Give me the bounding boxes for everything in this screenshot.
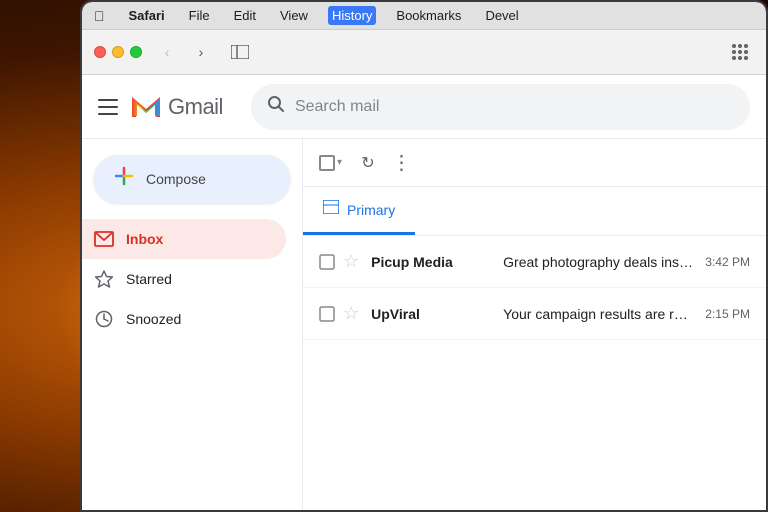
menu-view[interactable]: View bbox=[276, 6, 312, 25]
gmail-sidebar: Compose Inbox bbox=[82, 139, 302, 511]
inbox-label: Inbox bbox=[126, 231, 163, 247]
minimize-button[interactable] bbox=[112, 46, 124, 58]
menu-edit[interactable]: Edit bbox=[230, 6, 260, 25]
category-tabs: Primary bbox=[303, 187, 766, 236]
menu-file[interactable]: File bbox=[185, 6, 214, 25]
maximize-button[interactable] bbox=[130, 46, 142, 58]
menu-develop[interactable]: Devel bbox=[481, 6, 522, 25]
sidebar-item-inbox[interactable]: Inbox bbox=[82, 219, 286, 259]
hamburger-menu-button[interactable] bbox=[98, 97, 118, 117]
traffic-lights bbox=[94, 46, 142, 58]
grid-icon bbox=[732, 44, 748, 60]
back-button[interactable]: ‹ bbox=[154, 39, 180, 65]
email-row-left: ☆ bbox=[319, 251, 359, 272]
gmail-logo: Gmail bbox=[130, 91, 223, 123]
gmail-wordmark: Gmail bbox=[168, 94, 223, 120]
email-sender: Picup Media bbox=[371, 254, 491, 270]
more-options-button[interactable]: ⋮ bbox=[387, 148, 417, 178]
search-input[interactable]: Search mail bbox=[295, 98, 734, 116]
tab-primary-label: Primary bbox=[347, 202, 395, 218]
compose-icon bbox=[114, 166, 134, 186]
search-icon bbox=[267, 95, 285, 118]
email-time: 2:15 PM bbox=[705, 307, 750, 321]
select-all-checkbox[interactable]: ▾ bbox=[319, 148, 349, 178]
gmail-body: Compose Inbox bbox=[82, 139, 766, 511]
compose-button[interactable]: Compose bbox=[94, 155, 290, 203]
tab-grid-button[interactable] bbox=[726, 38, 754, 66]
inbox-icon bbox=[94, 229, 114, 249]
email-checkbox-icon[interactable] bbox=[319, 254, 335, 270]
compose-label: Compose bbox=[146, 171, 206, 187]
email-star-icon[interactable]: ☆ bbox=[343, 303, 359, 324]
email-row-left: ☆ bbox=[319, 303, 359, 324]
snoozed-label: Snoozed bbox=[126, 311, 181, 327]
menu-bookmarks[interactable]: Bookmarks bbox=[392, 6, 465, 25]
sidebar-item-starred[interactable]: Starred bbox=[82, 259, 286, 299]
primary-tab-icon bbox=[323, 200, 339, 219]
email-row[interactable]: ☆ Picup Media Great photography deals in… bbox=[303, 236, 766, 288]
tab-primary[interactable]: Primary bbox=[303, 187, 415, 235]
apple-menu[interactable]:  bbox=[94, 8, 105, 24]
email-list: ☆ Picup Media Great photography deals in… bbox=[303, 236, 766, 511]
browser-toolbar: ‹ › bbox=[82, 30, 766, 74]
gmail-main-toolbar: ▾ ↻ ⋮ bbox=[303, 139, 766, 187]
email-row[interactable]: ☆ UpViral Your campaign results are read… bbox=[303, 288, 766, 340]
sidebar-toggle-button[interactable] bbox=[226, 42, 254, 62]
menu-safari[interactable]: Safari bbox=[125, 6, 169, 25]
gmail-main-area: ▾ ↻ ⋮ Primary bbox=[302, 139, 766, 511]
email-time: 3:42 PM bbox=[705, 255, 750, 269]
macbook-frame:  Safari File Edit View History Bookmark… bbox=[80, 0, 768, 512]
close-button[interactable] bbox=[94, 46, 106, 58]
macos-menubar:  Safari File Edit View History Bookmark… bbox=[82, 2, 766, 30]
email-subject: Your campaign results are ready... bbox=[503, 306, 693, 322]
email-star-icon[interactable]: ☆ bbox=[343, 251, 359, 272]
gmail-header: Gmail Search mail bbox=[82, 75, 766, 139]
gmail-container: Gmail Search mail bbox=[82, 75, 766, 511]
clock-icon bbox=[94, 309, 114, 329]
compose-plus-icon bbox=[114, 166, 134, 192]
email-checkbox-icon[interactable] bbox=[319, 306, 335, 322]
refresh-button[interactable]: ↻ bbox=[353, 148, 383, 178]
dropdown-arrow-icon: ▾ bbox=[337, 157, 342, 168]
sidebar-item-snoozed[interactable]: Snoozed bbox=[82, 299, 286, 339]
star-icon bbox=[94, 269, 114, 289]
browser-chrome: ‹ › bbox=[82, 30, 766, 75]
forward-button[interactable]: › bbox=[188, 39, 214, 65]
menu-history[interactable]: History bbox=[328, 6, 376, 25]
gmail-m-icon bbox=[130, 91, 162, 123]
checkbox-icon bbox=[319, 155, 335, 171]
email-sender: UpViral bbox=[371, 306, 491, 322]
starred-label: Starred bbox=[126, 271, 172, 287]
email-subject: Great photography deals inside... bbox=[503, 254, 693, 270]
gmail-search-bar[interactable]: Search mail bbox=[251, 84, 750, 130]
